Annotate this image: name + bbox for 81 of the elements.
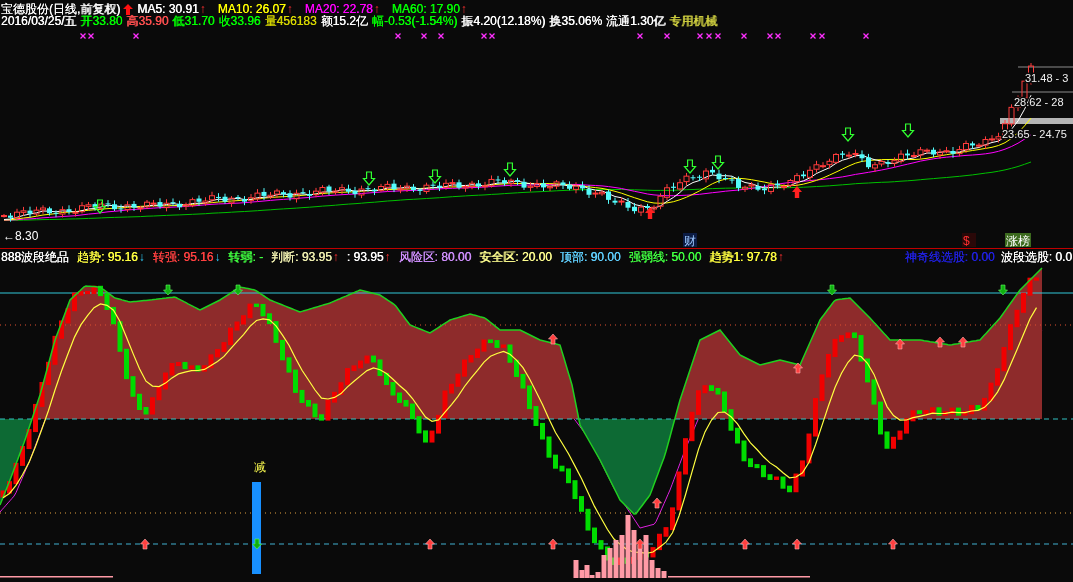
down-arrow-icon [93, 199, 107, 214]
cross-mark-icon [437, 32, 445, 40]
cross-mark-icon [663, 32, 671, 40]
dividend-mark: $ [962, 233, 976, 248]
quote-field: 低31.70 [172, 15, 215, 27]
down-arrow-icon [827, 284, 837, 296]
up-arrow-icon [793, 362, 803, 374]
low-price-label: ←8.30 [3, 229, 39, 243]
up-arrow-icon [652, 497, 662, 509]
up-arrow-icon [548, 333, 558, 345]
down-arrow-icon [683, 159, 697, 174]
down-arrow-icon [233, 284, 243, 296]
trend-arrow: ↑ [286, 3, 293, 15]
moving-average-value: MA5: 30.91 [137, 3, 199, 15]
down-arrow-icon [711, 155, 725, 170]
down-arrow-icon [841, 127, 855, 142]
up-arrow-icon [792, 538, 802, 550]
up-arrow-icon [548, 538, 558, 550]
quote-field: 额15.2亿 [320, 15, 368, 27]
indicator-value: : 93.95 [346, 251, 384, 263]
up-arrow-icon [888, 538, 898, 550]
cross-mark-icon [394, 32, 402, 40]
up-arrow-icon [958, 336, 968, 348]
signal-label: 减 [254, 460, 266, 474]
trend-arrow: ↑ [460, 3, 467, 15]
indicator-value: 安全区: 20.00 [479, 251, 552, 263]
moving-average-value: MA60: 17.90 [391, 3, 460, 15]
indicator-value: 强弱线: 50.00 [628, 251, 702, 263]
moving-average-value: MA20: 22.78 [304, 3, 373, 15]
down-arrow-icon [998, 284, 1008, 296]
up-arrow-icon [645, 207, 655, 219]
indicator-value: 风险区: 80.00 [398, 251, 472, 263]
indicator-value: 判断: 93.95 [271, 251, 332, 263]
quote-field: 流通1.30亿 [606, 15, 666, 27]
indicator-value: 顶部: 90.00 [559, 251, 621, 263]
up-arrow-icon [140, 538, 150, 550]
cross-mark-icon [636, 32, 644, 40]
trend-arrow: ↑ [332, 251, 339, 263]
quote-field: 换35.06% [549, 15, 603, 27]
quote-field: 量456183 [264, 15, 317, 27]
up-arrow-icon [895, 338, 905, 350]
down-arrow-icon [163, 284, 173, 296]
down-arrow-icon [362, 171, 376, 186]
trend-arrow: ↓ [138, 251, 145, 263]
cross-mark-icon [420, 32, 428, 40]
trend-arrow: ↑ [384, 251, 391, 263]
quote-field: 开33.80 [80, 15, 123, 27]
indicator-value: 波段选股: 0.0 [1000, 251, 1072, 263]
up-arrow-icon [123, 3, 134, 15]
down-arrow-icon [252, 538, 262, 550]
trend-arrow: ↑ [199, 3, 206, 15]
up-arrow-icon [935, 336, 945, 348]
down-arrow-icon [503, 162, 517, 177]
stock-title: 宝德股份(日线,前复权) [1, 3, 121, 15]
cross-mark-icon [740, 32, 748, 40]
cross-mark-icon [862, 32, 870, 40]
down-arrow-icon [428, 169, 442, 184]
indicator-value: 趋势: 95.16 [77, 251, 138, 263]
quote-date: 2016/03/25/五 [1, 15, 77, 27]
ranking-badge: 涨榜 [1005, 233, 1031, 248]
up-arrow-icon [425, 538, 435, 550]
finance-mark: 财 [683, 233, 697, 248]
indicator-value: 趋势1: 97.78 [709, 251, 777, 263]
trend-arrow: ↓ [214, 251, 221, 263]
indicator-value: 神奇线选股: 0.00 [904, 251, 995, 263]
trend-arrow: ↑ [777, 251, 784, 263]
quote-field: 收33.96 [218, 15, 261, 27]
quote-field: 振4.20(12.18%) [461, 15, 546, 27]
up-arrow-icon [792, 186, 802, 198]
indicator-value: 转弱: - [228, 251, 264, 263]
up-arrow-icon [635, 538, 645, 550]
up-arrow-icon [740, 538, 750, 550]
cross-mark-icon [132, 32, 140, 40]
quote-field: 幅-0.53(-1.54%) [371, 15, 458, 27]
sector-label: 专用机械 [669, 15, 718, 27]
moving-average-value: MA10: 26.07 [217, 3, 286, 15]
indicator-value: 转强: 95.16 [152, 251, 214, 263]
trend-arrow: ↑ [373, 3, 380, 15]
down-arrow-icon [901, 123, 915, 138]
quote-field: 高35.90 [126, 15, 169, 27]
indicator-name: 888波段绝品 [1, 251, 70, 263]
